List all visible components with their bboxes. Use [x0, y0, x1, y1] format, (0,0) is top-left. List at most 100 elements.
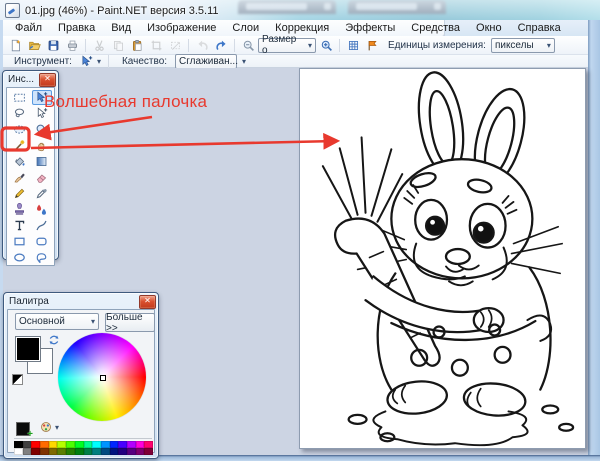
zoom-in-button[interactable] — [317, 37, 335, 53]
tool-ellipse-select[interactable] — [10, 122, 30, 137]
color-wheel[interactable] — [58, 333, 146, 421]
palette-mode-combobox[interactable]: Основной ▾ — [15, 313, 99, 330]
palette-swatch[interactable] — [23, 448, 32, 455]
palette-swatch[interactable] — [31, 441, 40, 448]
tool-move-selection[interactable] — [32, 106, 52, 121]
swap-colors-icon[interactable] — [48, 334, 60, 346]
menu-item-Файл[interactable]: Файл — [7, 20, 50, 36]
tool-recolor[interactable] — [32, 202, 52, 217]
color-wheel-marker — [100, 375, 106, 381]
menu-item-Окно[interactable]: Окно — [468, 20, 510, 36]
palette-swatch[interactable] — [23, 441, 32, 448]
palette-swatch[interactable] — [136, 448, 145, 455]
palette-swatch[interactable] — [92, 448, 101, 455]
tool-pencil[interactable] — [10, 186, 30, 201]
tool-pan[interactable] — [32, 138, 52, 153]
add-color-to-palette-icon[interactable] — [16, 422, 30, 436]
palette-swatch[interactable] — [136, 441, 145, 448]
tools-window-titlebar[interactable]: Инс... ✕ — [3, 71, 58, 87]
palette-swatch[interactable] — [84, 448, 93, 455]
tool-paint-bucket[interactable] — [10, 154, 30, 169]
tool-rectangle-select[interactable] — [10, 90, 30, 105]
palette-swatch[interactable] — [75, 448, 84, 455]
palette-swatch[interactable] — [110, 441, 119, 448]
chevron-down-icon[interactable]: ▾ — [97, 57, 101, 66]
save-button[interactable] — [44, 37, 62, 53]
menu-item-Средства[interactable]: Средства — [403, 20, 468, 36]
tool-rectangle[interactable] — [10, 234, 30, 249]
menu-item-Эффекты[interactable]: Эффекты — [337, 20, 403, 36]
crop-to-selection-icon — [150, 39, 163, 52]
grid-button[interactable] — [344, 37, 362, 53]
palette-swatch[interactable] — [144, 441, 153, 448]
palette-window-titlebar[interactable]: Палитра ✕ — [4, 293, 158, 309]
palette-swatch[interactable] — [144, 448, 153, 455]
tool-freeform-shape[interactable] — [32, 250, 52, 265]
quality-combobox[interactable]: Сглаживан... ▾ — [175, 54, 237, 69]
palette-swatch[interactable] — [57, 441, 66, 448]
current-tool-button[interactable] — [80, 55, 93, 68]
palette-swatch[interactable] — [118, 441, 127, 448]
redo-button[interactable] — [212, 37, 230, 53]
window-title: 01.jpg (46%) - Paint.NET версия 3.5.11 — [25, 5, 219, 17]
tool-zoom[interactable] — [32, 122, 52, 137]
tool-line-curve[interactable] — [32, 218, 52, 233]
palette-more-button[interactable]: Больше >> — [105, 313, 155, 332]
pencil-icon — [13, 187, 26, 200]
canvas[interactable] — [299, 68, 586, 449]
tool-clone-stamp[interactable] — [10, 202, 30, 217]
palette-swatch[interactable] — [66, 441, 75, 448]
tool-paintbrush[interactable] — [10, 170, 30, 185]
palette-swatch[interactable] — [31, 448, 40, 455]
palette-swatch[interactable] — [110, 448, 119, 455]
title-bar: 01.jpg (46%) - Paint.NET версия 3.5.11 — [0, 0, 600, 20]
zoom-level-combobox[interactable]: Размер о▾ — [258, 38, 316, 53]
menu-item-Справка[interactable]: Справка — [510, 20, 569, 36]
zoom-out-button[interactable] — [239, 37, 257, 53]
palette-swatch[interactable] — [40, 441, 49, 448]
palette-menu-button[interactable]: ▾ — [40, 421, 59, 433]
tool-text[interactable] — [10, 218, 30, 233]
palette-swatch[interactable] — [127, 448, 136, 455]
tool-move-selected-pixels[interactable] — [32, 90, 52, 105]
tool-rounded-rectangle[interactable] — [32, 234, 52, 249]
palette-swatch[interactable] — [49, 448, 58, 455]
paste-button[interactable] — [128, 37, 146, 53]
chevron-down-icon: ▾ — [55, 423, 59, 432]
tool-lasso-select[interactable] — [10, 106, 30, 121]
palette-swatch[interactable] — [57, 448, 66, 455]
new-file-button[interactable] — [6, 37, 24, 53]
palette-swatch[interactable] — [66, 448, 75, 455]
palette-swatch[interactable] — [40, 448, 49, 455]
default-colors-icon[interactable] — [12, 374, 23, 385]
palette-swatch[interactable] — [101, 441, 110, 448]
tool-ellipse[interactable] — [10, 250, 30, 265]
close-icon[interactable]: ✕ — [39, 73, 56, 87]
tool-gradient[interactable] — [32, 154, 52, 169]
tool-color-picker[interactable] — [32, 186, 52, 201]
rounded-rectangle-icon — [35, 235, 48, 248]
primary-color-swatch[interactable] — [15, 336, 41, 362]
close-icon[interactable]: ✕ — [139, 295, 156, 309]
palette-swatch[interactable] — [92, 441, 101, 448]
tool-magic-wand[interactable] — [10, 138, 30, 153]
palette-swatch[interactable] — [14, 448, 23, 455]
paintnet-app-icon — [5, 3, 20, 18]
palette-swatch[interactable] — [75, 441, 84, 448]
palette-swatch[interactable] — [118, 448, 127, 455]
menu-item-Правка[interactable]: Правка — [50, 20, 103, 36]
open-file-button[interactable] — [25, 37, 43, 53]
palette-swatch[interactable] — [84, 441, 93, 448]
units-flag-button[interactable] — [363, 37, 381, 53]
palette-swatch[interactable] — [14, 441, 23, 448]
menu-item-Изображение[interactable]: Изображение — [139, 20, 224, 36]
units-combobox[interactable]: пикселы▾ — [491, 38, 555, 53]
menu-item-Вид[interactable]: Вид — [103, 20, 139, 36]
palette-swatch[interactable] — [101, 448, 110, 455]
tool-eraser[interactable] — [32, 170, 52, 185]
print-button[interactable] — [63, 37, 81, 53]
palette-swatch[interactable] — [49, 441, 58, 448]
menu-item-Слои[interactable]: Слои — [224, 20, 267, 36]
undo-button — [193, 37, 211, 53]
palette-swatch[interactable] — [127, 441, 136, 448]
